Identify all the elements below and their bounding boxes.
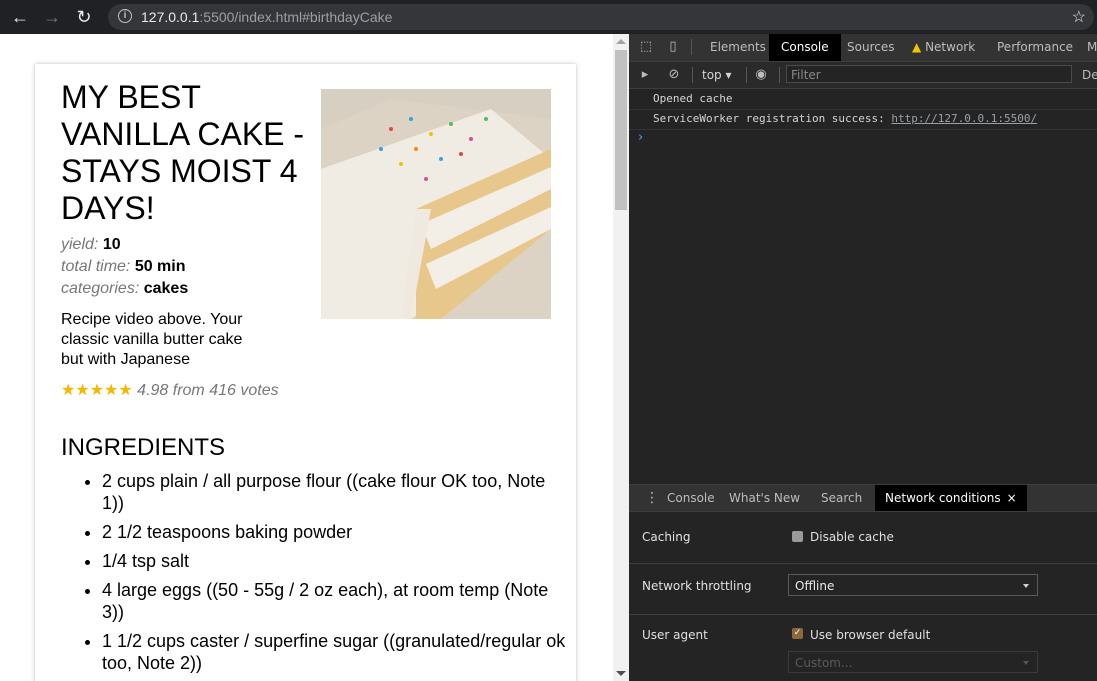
context-label: top <box>702 68 722 82</box>
meta-key: categories: <box>61 280 140 297</box>
ingredient-item: 1 1/2 cups caster / superfine sugar ((gr… <box>102 630 572 674</box>
url-host: 127.0.0.1 <box>141 9 200 25</box>
drawer-tab-console[interactable]: Console <box>667 485 715 511</box>
rating-text: 4.98 from 416 votes <box>137 382 279 399</box>
console-message: Opened cache <box>629 89 1097 110</box>
scrollbar-thumb[interactable] <box>615 50 627 210</box>
page-viewport: MY BEST VANILLA CAKE - STAYS MOIST 4 DAY… <box>0 34 613 681</box>
meta-value: 10 <box>102 236 121 253</box>
disable-cache-checkbox[interactable] <box>792 531 803 542</box>
close-icon[interactable]: × <box>1007 491 1017 505</box>
recipe-description: Recipe video above. Your classic vanilla… <box>61 311 243 368</box>
console-toolbar: ▸ ⊘ top ▾ ◉ Filter De <box>629 62 1097 89</box>
tab-more[interactable]: M <box>1087 34 1097 61</box>
throttling-select[interactable]: Offline <box>788 574 1038 596</box>
site-info-icon[interactable]: i <box>118 9 132 23</box>
console-message: ServiceWorker registration success: http… <box>629 109 1097 130</box>
browser-toolbar: ← → ↻ i 127.0.0.1:5500/index.html#birthd… <box>0 0 1097 34</box>
context-selector[interactable]: top ▾ <box>702 62 732 88</box>
meta-value: 50 min <box>134 258 186 275</box>
section-divider <box>629 563 1097 564</box>
meta-yield: yield: 10 <box>61 236 121 254</box>
warning-icon: ▲ <box>912 40 922 54</box>
cake-image <box>321 89 551 319</box>
cake-illustration <box>321 89 551 319</box>
console-link[interactable]: http://127.0.0.1:5500/ <box>891 112 1037 125</box>
chevron-down-icon <box>1023 661 1029 665</box>
scroll-up-arrow-icon[interactable] <box>616 39 626 44</box>
device-toolbar-icon[interactable]: ▯ <box>665 39 681 55</box>
drawer-tab-whats-new[interactable]: What's New <box>729 485 800 511</box>
custom-placeholder: Custom... <box>795 656 853 670</box>
toolbar-divider <box>691 39 692 55</box>
clear-console-icon[interactable]: ⊘ <box>666 67 682 83</box>
tab-sources[interactable]: Sources <box>847 34 894 61</box>
star-rating-icon[interactable]: ★★★★★ <box>61 382 133 399</box>
meta-total-time: total time: 50 min <box>61 258 186 276</box>
ingredient-item: 2 cups plain / all purpose flour ((cake … <box>102 470 572 514</box>
devtools-main-tabs: ⬚ ▯ Elements Console Sources ▲ Network P… <box>629 34 1097 62</box>
toolbar-divider <box>746 67 747 83</box>
default-levels-dropdown[interactable]: De <box>1082 62 1097 88</box>
ingredients-heading: INGREDIENTS <box>61 434 226 461</box>
console-filter-input[interactable]: Filter <box>786 65 1072 83</box>
meta-key: yield: <box>61 236 99 253</box>
chevron-down-icon <box>1023 584 1029 588</box>
back-icon[interactable]: ← <box>8 5 32 29</box>
throttling-label: Network throttling <box>642 579 752 593</box>
tab-elements[interactable]: Elements <box>710 34 766 61</box>
console-message-prefix: ServiceWorker registration success: <box>653 112 892 125</box>
meta-value: cakes <box>143 280 189 297</box>
console-message-text: ServiceWorker registration success: http… <box>653 109 1037 129</box>
inspect-element-icon[interactable]: ⬚ <box>638 39 654 55</box>
ingredient-item: 4 large eggs ((50 - 55g / 2 oz each), at… <box>102 579 572 623</box>
reload-icon[interactable]: ↻ <box>72 5 96 29</box>
drawer-tabs: ⋮ Console What's New Search Network cond… <box>629 484 1097 512</box>
section-divider <box>629 614 1097 615</box>
recipe-title: MY BEST VANILLA CAKE - STAYS MOIST 4 DAY… <box>61 79 305 226</box>
devtools-panel: ⬚ ▯ Elements Console Sources ▲ Network P… <box>629 34 1097 681</box>
use-browser-default-checkbox[interactable]: ✓ <box>792 628 803 639</box>
url-text[interactable]: 127.0.0.1:5500/index.html#birthdayCake <box>141 9 392 25</box>
throttling-value: Offline <box>795 579 835 593</box>
user-agent-label: User agent <box>642 628 708 642</box>
custom-user-agent-select: Custom... <box>788 651 1038 673</box>
toolbar-divider <box>692 67 693 83</box>
forward-icon[interactable]: → <box>40 5 64 29</box>
console-message-text: Opened cache <box>653 92 733 105</box>
bookmark-star-icon[interactable]: ☆ <box>1072 7 1086 27</box>
tab-network[interactable]: ▲ Network <box>912 34 975 61</box>
tab-performance[interactable]: Performance <box>997 34 1073 61</box>
tab-network-label: Network <box>925 40 976 54</box>
eye-icon[interactable]: ◉ <box>753 67 769 83</box>
scroll-down-arrow-icon[interactable] <box>616 671 626 676</box>
recipe-card: MY BEST VANILLA CAKE - STAYS MOIST 4 DAY… <box>35 64 576 681</box>
drawer-tab-label: Network conditions <box>885 491 1001 505</box>
sidebar-toggle-icon[interactable]: ▸ <box>637 67 653 83</box>
ingredients-list: 2 cups plain / all purpose flour ((cake … <box>61 470 572 681</box>
drawer-tab-network-conditions[interactable]: Network conditions × <box>875 485 1027 511</box>
use-browser-default-label[interactable]: Use browser default <box>810 628 930 642</box>
url-path: :5500/index.html#birthdayCake <box>199 9 393 25</box>
page-scrollbar[interactable] <box>613 34 629 681</box>
ingredient-item: 1/4 tsp salt <box>102 550 572 572</box>
drawer-tab-search[interactable]: Search <box>821 485 862 511</box>
toolbar-divider <box>779 67 780 83</box>
meta-key: total time: <box>61 258 131 275</box>
address-bar[interactable]: i 127.0.0.1:5500/index.html#birthdayCake… <box>108 4 1094 30</box>
tab-console[interactable]: Console <box>769 34 841 61</box>
drawer-menu-icon[interactable]: ⋮ <box>645 490 659 506</box>
recipe-rating: ★★★★★ 4.98 from 416 votes <box>61 380 279 400</box>
disable-cache-label[interactable]: Disable cache <box>810 530 894 544</box>
console-prompt-icon[interactable]: › <box>638 130 643 145</box>
caching-label: Caching <box>642 530 691 544</box>
ingredient-item: 2 1/2 teaspoons baking powder <box>102 521 572 543</box>
meta-categories: categories: cakes <box>61 280 188 298</box>
